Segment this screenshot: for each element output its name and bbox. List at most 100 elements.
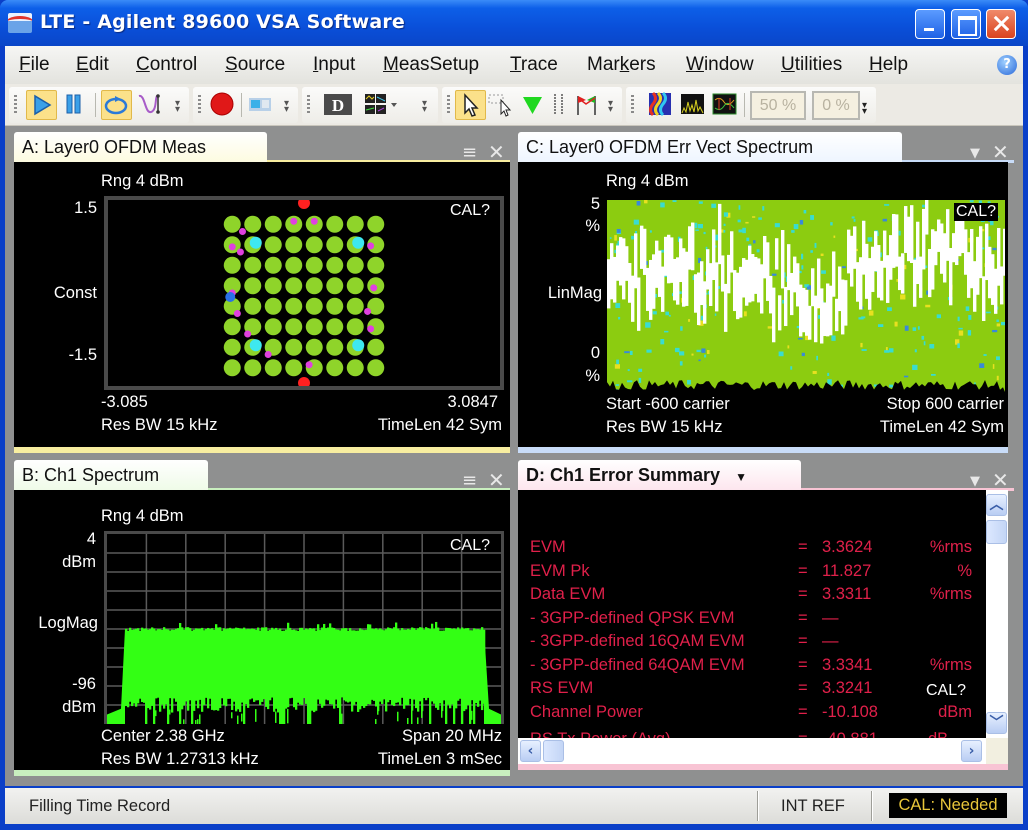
spectrum-bin <box>395 622 398 703</box>
spectrogram-button[interactable] <box>646 90 677 120</box>
metric-value: — <box>822 632 839 650</box>
scroll-down-button[interactable]: ﹀ <box>986 712 1007 734</box>
vertical-scroll-thumb[interactable] <box>986 520 1007 544</box>
play-icon <box>34 94 52 116</box>
pane-a-title: A: Layer0 OFDM Meas <box>22 137 207 157</box>
title-bar[interactable]: LTE - Agilent 89600 VSA Software <box>0 0 1028 46</box>
pane-a-menu-icon[interactable]: ≡ <box>462 142 477 163</box>
qpsk-point <box>310 217 318 225</box>
menu-markers[interactable]: Markers <box>587 54 656 76</box>
scroll-left-button[interactable]: ‹ <box>520 740 541 762</box>
pane-d-dropdown-icon[interactable]: ▼ <box>970 474 980 489</box>
pane-b-menu-icon[interactable]: ≡ <box>462 470 477 491</box>
equals-sign: = <box>798 585 808 603</box>
record-button[interactable] <box>207 90 238 120</box>
error-vector-plot[interactable] <box>607 200 1005 392</box>
playback-button[interactable] <box>245 90 276 120</box>
error-sample-point <box>827 372 830 376</box>
single-button[interactable] <box>135 90 166 120</box>
marker-flags-button[interactable] <box>572 90 603 120</box>
spectrum-bin <box>445 627 448 724</box>
toolbar-grip[interactable] <box>307 95 310 115</box>
metric-name: - 3GPP-defined 64QAM EVM <box>530 655 745 674</box>
reference-indicator[interactable]: INT REF <box>781 797 845 816</box>
error-vector-trace-bar <box>1003 228 1005 276</box>
error-vector-trace-bar <box>679 238 683 283</box>
error-sample-point <box>799 219 804 225</box>
horizontal-scroll-thumb[interactable] <box>543 740 564 762</box>
pane-c-tab[interactable]: C: Layer0 OFDM Err Vect Spectrum <box>518 132 902 162</box>
pointer-button[interactable] <box>455 90 486 120</box>
error-summary-row-clipped: RS Tx Power (Avg)=-40.881dB <box>530 730 980 738</box>
error-sample-point <box>753 240 756 244</box>
pane-b-tab[interactable]: B: Ch1 Spectrum <box>14 460 208 490</box>
toolbar-overflow-chevron[interactable]: ▾ ▾ <box>175 99 184 115</box>
close-button[interactable] <box>986 9 1016 39</box>
layout-button[interactable] <box>362 90 402 120</box>
toolbar-grip[interactable] <box>198 95 201 115</box>
spectrum-display-button[interactable] <box>678 90 709 120</box>
continuous-button[interactable] <box>101 90 132 120</box>
band-marker-button[interactable] <box>547 90 571 120</box>
menu-meassetup[interactable]: MeasSetup <box>383 54 479 76</box>
maximize-button[interactable] <box>951 9 981 39</box>
horizontal-scrollbar[interactable]: ‹ › <box>518 738 986 764</box>
menu-source[interactable]: Source <box>225 54 285 76</box>
minimize-button[interactable] <box>915 9 945 39</box>
pane-c-dropdown-icon[interactable]: ▼ <box>970 146 980 161</box>
pane-c-close-icon[interactable]: ✕ <box>992 140 1009 164</box>
spectrum-bin <box>285 629 288 709</box>
error-vector-trace-bar <box>766 242 770 301</box>
toolbar-separator <box>95 93 96 117</box>
pane-d-close-icon[interactable]: ✕ <box>992 468 1009 492</box>
res-bw-label: Res BW 15 kHz <box>101 416 218 434</box>
menu-trace[interactable]: Trace <box>510 54 558 76</box>
constellation-point <box>326 318 344 336</box>
menu-edit[interactable]: Edit <box>76 54 109 76</box>
menu-help[interactable]: Help <box>869 54 908 76</box>
zoom-select-button[interactable] <box>487 90 518 120</box>
play-button[interactable] <box>26 90 57 120</box>
digital-persistence-button[interactable] <box>710 90 741 120</box>
toolbar-options-chevron[interactable]: ▾ ▾ <box>862 101 871 117</box>
constellation-plot[interactable] <box>104 196 504 390</box>
digital-demod-button[interactable]: D <box>322 90 353 120</box>
help-icon[interactable]: ? <box>997 55 1017 75</box>
spectrum-plot[interactable] <box>104 531 504 736</box>
pause-button[interactable] <box>59 90 90 120</box>
toolbar-grip[interactable] <box>631 95 634 115</box>
error-vector-trace-bar <box>931 229 935 290</box>
vertical-scrollbar[interactable]: ︿ ﹀ <box>986 490 1008 738</box>
pane-b-close-icon[interactable]: ✕ <box>488 468 505 492</box>
toolbar-overflow-chevron[interactable]: ▾ ▾ <box>284 99 293 115</box>
toolbar-grip[interactable] <box>447 95 450 115</box>
scroll-up-button[interactable]: ︿ <box>986 494 1007 516</box>
toolbar-overflow-chevron[interactable]: ▾ ▾ <box>608 99 617 115</box>
toolbar-grip[interactable] <box>14 95 17 115</box>
toolbar-overflow-chevron[interactable]: ▾ ▾ <box>422 99 431 115</box>
menu-utilities[interactable]: Utilities <box>781 54 842 76</box>
menu-input[interactable]: Input <box>313 54 355 76</box>
error-sample-point <box>679 361 683 366</box>
error-sample-point <box>626 380 633 383</box>
pane-d-dropdown-icon[interactable]: ▼ <box>735 470 747 484</box>
menu-control[interactable]: Control <box>136 54 197 76</box>
menu-file[interactable]: File <box>19 54 50 76</box>
marker-button[interactable] <box>518 90 549 120</box>
toolbar-group-demod: D ▾ ▾ <box>302 87 438 123</box>
scroll-right-button[interactable]: › <box>961 740 982 762</box>
pane-a-tab[interactable]: A: Layer0 OFDM Meas <box>14 132 267 162</box>
pane-d-tab[interactable]: D: Ch1 Error Summary ▼ <box>518 460 801 490</box>
calibration-status[interactable]: CAL: Needed <box>889 793 1007 818</box>
offset-percent-field[interactable]: 0 % <box>812 91 860 120</box>
constellation-point <box>326 297 344 315</box>
spectrum-bin <box>315 630 318 711</box>
constellation-point <box>305 277 323 295</box>
error-sample-point <box>821 270 826 274</box>
error-sample-point <box>992 329 998 333</box>
persistence-percent-field[interactable]: 50 % <box>750 91 806 120</box>
pane-a-close-icon[interactable]: ✕ <box>488 140 505 164</box>
reference-signal-point <box>352 236 365 249</box>
error-vector-trace-bar <box>940 223 944 274</box>
menu-window[interactable]: Window <box>686 54 754 76</box>
